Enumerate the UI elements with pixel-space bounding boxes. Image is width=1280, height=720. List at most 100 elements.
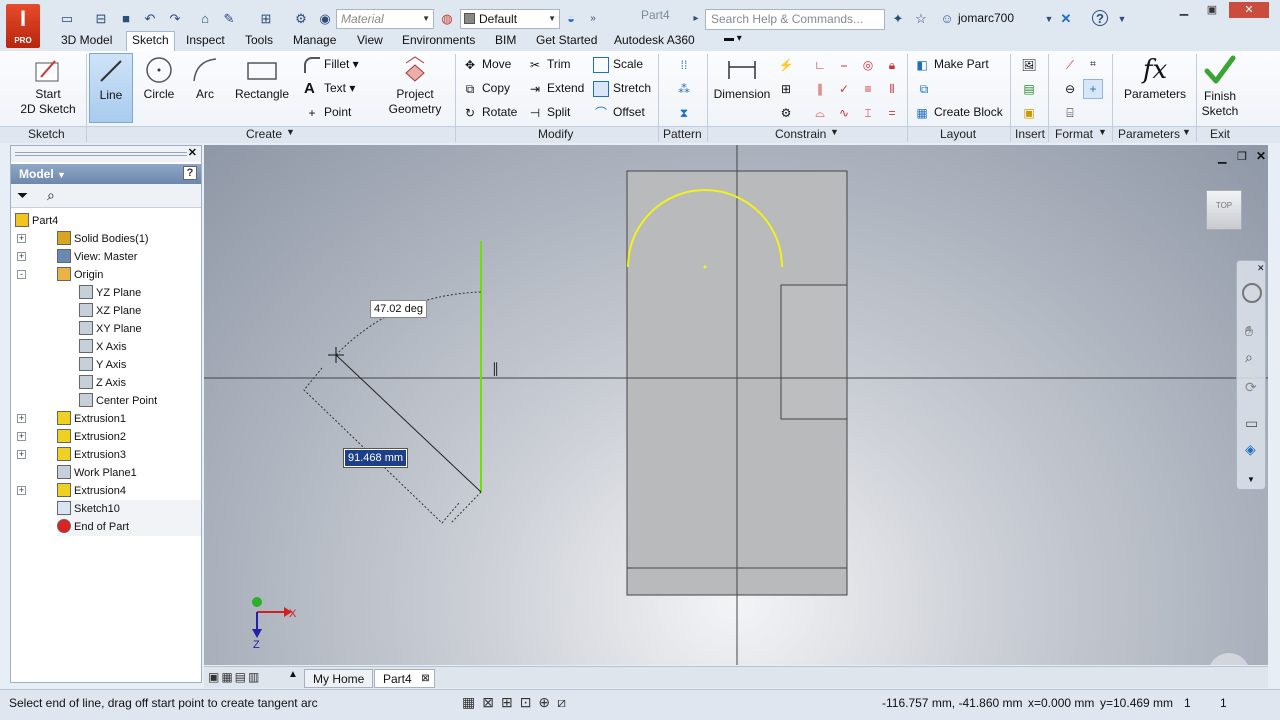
favorites-icon[interactable]: ☆ bbox=[912, 10, 930, 28]
chevron-down-icon[interactable]: ▼ bbox=[1113, 10, 1131, 28]
properties-icon[interactable]: ⚙ bbox=[292, 10, 310, 28]
search-input[interactable]: Search Help & Commands... bbox=[705, 9, 885, 30]
tangent-icon[interactable]: ⌓ bbox=[810, 103, 830, 123]
rectangle-button[interactable]: Rectangle bbox=[232, 55, 292, 102]
tab-autodesk-a360[interactable]: Autodesk A360 bbox=[614, 33, 695, 47]
tree-expander-icon[interactable]: + bbox=[17, 432, 26, 441]
show-constraints-icon[interactable]: ⊞ bbox=[776, 79, 796, 99]
rotate-button[interactable]: ↻ Rotate bbox=[462, 102, 517, 122]
filter-icon[interactable]: ⏷ bbox=[17, 187, 28, 204]
insert-points-icon[interactable]: ▤ bbox=[1019, 79, 1039, 99]
parallel-icon[interactable]: ∥ bbox=[810, 79, 830, 99]
browser-close-icon[interactable]: ✕ bbox=[188, 146, 197, 159]
tree-item-view-master[interactable]: View: Master bbox=[57, 248, 137, 266]
auto-dimension-icon[interactable]: ⚡ bbox=[776, 55, 796, 75]
length-dimension-input[interactable]: 91.468 mm bbox=[342, 448, 409, 468]
make-components-icon[interactable]: ⧉ bbox=[914, 79, 934, 99]
tree-expander-icon[interactable]: - bbox=[17, 270, 26, 279]
nav-bar-close-icon[interactable]: ✕ bbox=[1257, 263, 1265, 274]
make-part-button[interactable]: ◧ Make Part bbox=[914, 54, 988, 74]
chevron-down-icon[interactable]: ▼ bbox=[286, 127, 295, 137]
tab-environments[interactable]: Environments bbox=[402, 33, 475, 47]
redo-icon[interactable]: ↷ bbox=[166, 10, 184, 28]
insert-acad-icon[interactable]: ▣ bbox=[1019, 103, 1039, 123]
help-icon[interactable]: ? bbox=[1092, 10, 1108, 26]
adjust-icon[interactable]: ◒ bbox=[562, 10, 580, 28]
point-button[interactable]: + Point bbox=[304, 102, 351, 122]
status-toolbar-icons[interactable]: ▦⊠⊞⊡⊕⧄ bbox=[462, 694, 573, 711]
more-icon[interactable]: » bbox=[584, 10, 602, 28]
viewcube[interactable]: TOP bbox=[1204, 190, 1244, 238]
color-override-icon[interactable]: ◉ bbox=[316, 10, 334, 28]
select-icon[interactable]: ⊞ bbox=[257, 10, 275, 28]
tree-expander-icon[interactable]: + bbox=[17, 486, 26, 495]
tab-bim[interactable]: BIM bbox=[495, 33, 516, 47]
tree-item-origin[interactable]: Origin bbox=[57, 266, 103, 284]
tab-sketch[interactable]: Sketch bbox=[126, 31, 175, 52]
minimize-button[interactable]: ▁ bbox=[1170, 2, 1198, 18]
arc-center-point[interactable] bbox=[703, 265, 707, 269]
chevron-down-icon[interactable]: ▼ bbox=[1098, 127, 1107, 137]
tab-my-home[interactable]: My Home bbox=[304, 669, 374, 688]
viewcube-top-face[interactable]: TOP bbox=[1206, 190, 1242, 230]
centerline-icon[interactable]: ⊖ bbox=[1060, 79, 1080, 99]
chevron-down-icon[interactable]: ▼ bbox=[1040, 10, 1058, 28]
subscription-icon[interactable]: ✦ bbox=[889, 10, 907, 28]
tree-item-extrusion1[interactable]: Extrusion1 bbox=[57, 410, 126, 428]
create-block-button[interactable]: ▦ Create Block bbox=[914, 102, 1002, 122]
copy-button[interactable]: ⧉ Copy bbox=[462, 78, 510, 98]
parameters-button[interactable]: fx Parameters bbox=[1120, 55, 1190, 102]
symmetric-icon[interactable]: ⌶ bbox=[858, 103, 878, 123]
home-icon[interactable]: ⌂ bbox=[196, 10, 214, 28]
dimension-format-icon[interactable]: ⌗ bbox=[1083, 55, 1103, 75]
tab-tools[interactable]: Tools bbox=[245, 33, 273, 47]
pan-icon[interactable]: ✋︎ bbox=[1245, 323, 1253, 340]
tab-list-icon[interactable]: ▲ bbox=[288, 669, 298, 680]
rectangular-pattern-icon[interactable]: ⁞⁞ bbox=[674, 55, 694, 75]
viewport-close-icon[interactable]: ✕ bbox=[1256, 149, 1266, 163]
tree-item-z-axis[interactable]: Z Axis bbox=[79, 374, 126, 392]
tree-item-extrusion4[interactable]: Extrusion4 bbox=[57, 482, 126, 500]
center-point-icon[interactable]: + bbox=[1083, 79, 1103, 99]
viewport-restore-icon[interactable]: ❐ bbox=[1237, 150, 1247, 163]
fix-icon[interactable]: 🔒︎ bbox=[882, 55, 902, 75]
mirror-icon[interactable]: ⧗ bbox=[674, 103, 694, 123]
tile-windows-icon[interactable]: ▣▦▤▥ bbox=[208, 670, 261, 684]
chevron-down-icon[interactable]: ▼ bbox=[1247, 475, 1255, 484]
vertical-constraint-icon[interactable]: ⫴ bbox=[882, 79, 902, 99]
sketch-canvas[interactable]: ∥ X Z bbox=[204, 145, 1268, 665]
stretch-button[interactable]: Stretch bbox=[593, 78, 651, 98]
browser-help-icon[interactable]: ? bbox=[183, 166, 197, 180]
tree-item-y-axis[interactable]: Y Axis bbox=[79, 356, 126, 374]
app-menu-button[interactable]: I PRO bbox=[6, 4, 40, 48]
arc-button[interactable]: Arc bbox=[184, 55, 226, 102]
tree-expander-icon[interactable]: + bbox=[17, 450, 26, 459]
collinear-icon[interactable]: ≡ bbox=[858, 79, 878, 99]
fillet-button[interactable]: Fillet ▾ bbox=[304, 54, 359, 74]
tree-expander-icon[interactable]: + bbox=[17, 414, 26, 423]
angle-dimension-input[interactable]: 47.02 deg bbox=[370, 300, 427, 318]
perpendicular-icon[interactable]: ∟ bbox=[810, 55, 830, 75]
chevron-down-icon[interactable]: ▼ bbox=[1182, 127, 1191, 137]
project-geometry-button[interactable]: Project Geometry bbox=[380, 55, 450, 117]
constraint-settings-icon[interactable]: ⚙ bbox=[776, 103, 796, 123]
text-button[interactable]: A Text ▾ bbox=[304, 78, 355, 98]
tree-item-solid-bodies-1[interactable]: Solid Bodies(1) bbox=[57, 230, 149, 248]
chevron-down-icon[interactable]: ▼ bbox=[830, 127, 839, 137]
tree-item-part4[interactable]: Part4 bbox=[15, 212, 58, 230]
offset-button[interactable]: ⌒ Offset bbox=[593, 102, 645, 122]
view-face-icon[interactable]: ◈ bbox=[1245, 441, 1256, 458]
viewport-minimize-icon[interactable]: ▁ bbox=[1218, 151, 1226, 164]
material-dropdown[interactable]: Material ▼ bbox=[336, 9, 434, 29]
tree-item-yz-plane[interactable]: YZ Plane bbox=[79, 284, 141, 302]
orbit-icon[interactable]: ⟳ bbox=[1245, 379, 1257, 396]
expand-search-icon[interactable]: ▸ bbox=[687, 10, 705, 28]
browser-header[interactable]: Model ▼ ? bbox=[11, 164, 201, 184]
user-name[interactable]: jomarc700 bbox=[958, 11, 1014, 25]
concentric-icon[interactable]: ◎ bbox=[858, 55, 878, 75]
circular-pattern-icon[interactable]: ⁂ bbox=[674, 79, 694, 99]
new-file-icon[interactable]: ▭ bbox=[58, 10, 76, 28]
tab-part4[interactable]: Part4 ⊠ bbox=[374, 669, 435, 688]
tab-manage[interactable]: Manage bbox=[293, 33, 336, 47]
horizontal-constraint-icon[interactable]: ⎯ bbox=[834, 55, 854, 75]
